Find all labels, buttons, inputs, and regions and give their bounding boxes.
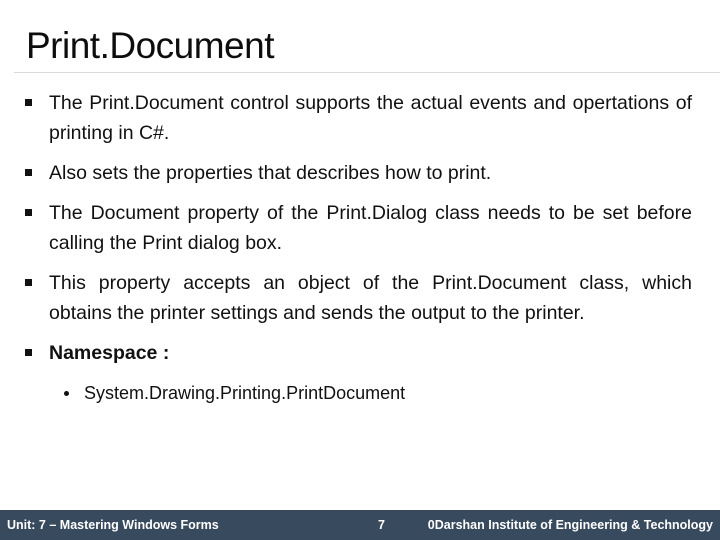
square-bullet-icon bbox=[25, 349, 32, 356]
bullet-text: Namespace : bbox=[49, 342, 170, 364]
bullet-list: The Print.Document control supports the … bbox=[22, 88, 692, 408]
sub-bullet-text: System.Drawing.Printing.PrintDocument bbox=[84, 383, 406, 403]
slide-title: Print.Document bbox=[26, 25, 275, 66]
bullet-item: Also sets the properties that describes … bbox=[22, 158, 692, 188]
bullet-item: The Print.Document control supports the … bbox=[22, 88, 692, 148]
bullet-text: This property accepts an object of the P… bbox=[49, 272, 692, 324]
sub-bullet-item: System.Drawing.Printing.PrintDocument bbox=[22, 378, 692, 408]
footer-page-number: 7 bbox=[378, 518, 385, 532]
bullet-item: The Document property of the Print.Dialo… bbox=[22, 198, 692, 258]
round-bullet-icon bbox=[64, 391, 69, 396]
bullet-item-namespace: Namespace : bbox=[22, 338, 692, 368]
footer-organization: 0Darshan Institute of Engineering & Tech… bbox=[427, 518, 713, 532]
square-bullet-icon bbox=[25, 169, 32, 176]
bullet-text: The Document property of the Print.Dialo… bbox=[49, 202, 692, 254]
square-bullet-icon bbox=[25, 209, 32, 216]
slide-footer: Unit: 7 – Mastering Windows Forms 7 0Dar… bbox=[0, 510, 720, 540]
square-bullet-icon bbox=[25, 279, 32, 286]
title-divider bbox=[14, 72, 720, 73]
square-bullet-icon bbox=[25, 99, 32, 106]
bullet-text: Also sets the properties that describes … bbox=[49, 162, 492, 184]
bullet-text: The Print.Document control supports the … bbox=[49, 92, 692, 144]
bullet-item: This property accepts an object of the P… bbox=[22, 268, 692, 328]
footer-unit-label: Unit: 7 – Mastering Windows Forms bbox=[7, 518, 219, 532]
